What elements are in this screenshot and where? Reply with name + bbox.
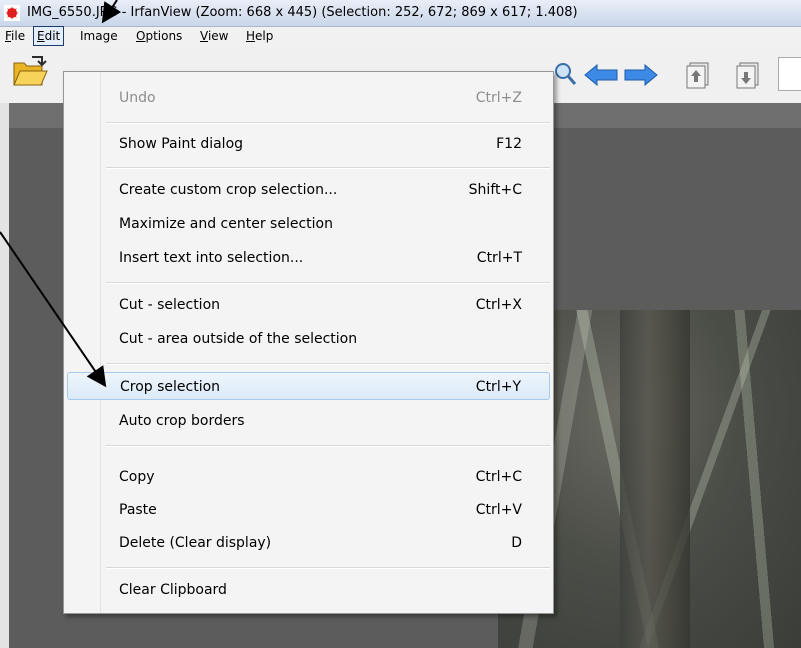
menu-item-clear-clipboard[interactable]: Clear Clipboard	[67, 576, 550, 604]
arrow-left-icon[interactable]	[584, 64, 618, 86]
menu-item-maximize-center-selection[interactable]: Maximize and center selection	[67, 210, 550, 238]
menu-separator	[106, 363, 550, 365]
toolbar-combo-box[interactable]	[778, 57, 801, 91]
menu-item-undo[interactable]: Undo Ctrl+Z	[67, 84, 550, 112]
menu-file[interactable]: File	[2, 27, 28, 45]
edit-menu-dropdown: Undo Ctrl+Z Show Paint dialog F12 Create…	[63, 71, 554, 614]
menu-item-cut-outside-selection[interactable]: Cut - area outside of the selection	[67, 325, 550, 353]
menu-item-create-custom-crop[interactable]: Create custom crop selection... Shift+C	[67, 176, 550, 204]
menu-help[interactable]: Help	[243, 27, 276, 45]
menu-separator	[106, 167, 550, 169]
menu-options[interactable]: Options	[133, 27, 185, 45]
menu-item-auto-crop-borders[interactable]: Auto crop borders	[67, 407, 550, 435]
menu-edit[interactable]: Edit	[33, 26, 65, 46]
menu-item-cut-selection[interactable]: Cut - selection Ctrl+X	[67, 291, 550, 319]
menu-item-crop-selection[interactable]: Crop selection Ctrl+Y	[67, 372, 550, 400]
page-down-icon[interactable]	[734, 61, 762, 89]
zoom-icon[interactable]	[553, 61, 577, 87]
menu-item-delete-clear-display[interactable]: Delete (Clear display) D	[67, 529, 550, 557]
open-folder-icon[interactable]	[12, 55, 48, 89]
menu-view[interactable]: View	[197, 27, 231, 45]
title-bar: IMG_6550.JPG - IrfanView (Zoom: 668 x 44…	[0, 0, 801, 27]
menu-separator	[106, 445, 550, 447]
menu-item-show-paint-dialog[interactable]: Show Paint dialog F12	[67, 130, 550, 158]
menu-separator	[106, 567, 550, 569]
irfanview-app-icon[interactable]	[4, 5, 20, 21]
menu-separator	[106, 122, 550, 124]
arrow-right-icon[interactable]	[624, 64, 658, 86]
page-up-icon[interactable]	[684, 61, 712, 89]
menu-bar: File Edit Image Options View Help	[0, 26, 801, 48]
menu-item-copy[interactable]: Copy Ctrl+C	[67, 463, 550, 491]
menu-image[interactable]: Image	[77, 27, 121, 45]
photo-tree-trunk	[620, 310, 690, 648]
menu-item-insert-text[interactable]: Insert text into selection... Ctrl+T	[67, 244, 550, 272]
menu-separator	[106, 282, 550, 284]
window-title: IMG_6550.JPG - IrfanView (Zoom: 668 x 44…	[27, 5, 578, 20]
menu-item-paste[interactable]: Paste Ctrl+V	[67, 496, 550, 524]
